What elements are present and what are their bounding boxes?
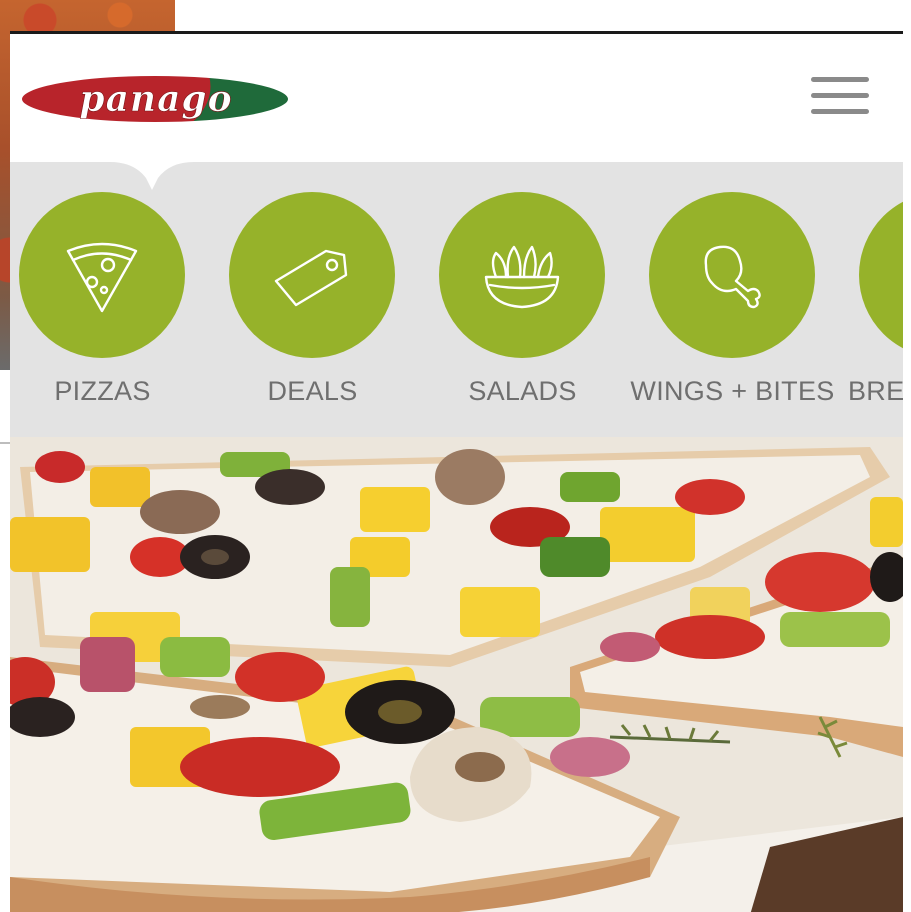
category-circle	[649, 192, 815, 358]
price-tag-icon	[274, 249, 348, 307]
category-label: PIZZAS	[54, 376, 151, 406]
bread-icon	[902, 235, 903, 315]
category-label: SALADS	[468, 376, 577, 406]
chicken-leg-icon	[704, 245, 761, 309]
site-header: panago	[10, 34, 903, 162]
category-pizzas[interactable]: PIZZAS	[10, 192, 220, 432]
category-label: WINGS + BITES	[630, 376, 835, 406]
category-circle	[19, 192, 185, 358]
category-label: BRE	[848, 376, 903, 406]
category-wings-bites[interactable]: WINGS + BITES	[630, 192, 850, 432]
hero-flatbread-photo	[10, 437, 903, 912]
category-circle	[859, 192, 903, 358]
category-salads[interactable]: SALADS	[430, 192, 640, 432]
pizza-slice-icon	[66, 242, 138, 313]
active-pointer-notch	[110, 160, 194, 190]
panago-logo[interactable]: panago	[18, 72, 292, 126]
category-list: PIZZAS DEALS SALADS WINGS + BITES BRE	[10, 192, 903, 437]
category-breads[interactable]: BRE	[848, 192, 903, 432]
category-circle	[229, 192, 395, 358]
logo-wordmark: panago	[79, 78, 232, 120]
menu-overlay-panel: panago PIZZAS DEALS SALADS WINGS + BITES…	[10, 31, 903, 912]
salad-bowl-icon	[484, 245, 560, 309]
hamburger-icon[interactable]	[805, 71, 875, 121]
category-deals[interactable]: DEALS	[220, 192, 430, 432]
category-nav: PIZZAS DEALS SALADS WINGS + BITES BRE	[10, 160, 903, 437]
category-label: DEALS	[267, 376, 358, 406]
screen: panago PIZZAS DEALS SALADS WINGS + BITES…	[0, 0, 911, 912]
category-circle	[439, 192, 605, 358]
